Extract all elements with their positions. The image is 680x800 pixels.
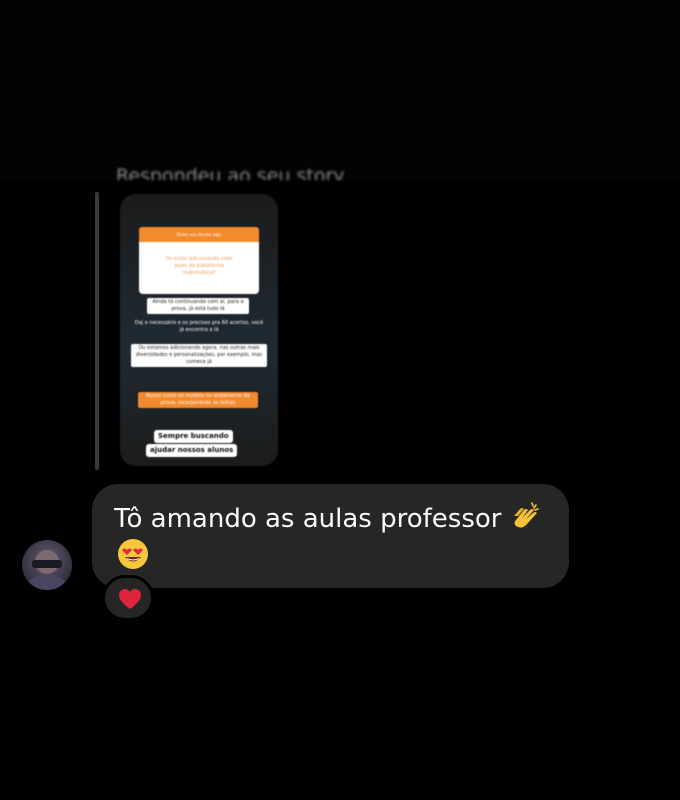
heart-eyes-icon <box>118 539 148 569</box>
clap-icon <box>514 502 539 528</box>
story-answer-line: Ou estamos adicionando agora, nas outras… <box>131 344 267 367</box>
avatar[interactable] <box>22 540 72 590</box>
story-answer-line: Nosso curso se modela no andamento da pr… <box>138 392 258 408</box>
story-question-header: Deixe sua dúvida aqui <box>139 227 259 242</box>
heart-icon <box>119 589 141 609</box>
reaction-badge[interactable] <box>102 575 154 621</box>
story-preview-thumbnail[interactable]: Deixe sua dúvida aqui Os estão adicionan… <box>120 194 278 466</box>
story-question-text: Os estão adicionando mais aulas da plata… <box>165 256 233 276</box>
story-closing-line: Sempre buscando <box>154 430 233 443</box>
story-reply-label: Respondeu ao seu story <box>116 165 345 180</box>
story-question-box: Os estão adicionando mais aulas da plata… <box>139 242 259 294</box>
story-answer-line: Daj o necessário e os precisos pra 60 ac… <box>134 320 264 333</box>
reply-indicator-bar <box>95 192 99 470</box>
message-text: Tô amando as aulas professor <box>114 504 502 534</box>
story-closing-line: ajudar nossos alunos <box>146 444 238 457</box>
message-bubble[interactable] <box>92 484 569 588</box>
top-area <box>0 0 680 180</box>
story-answer-line: Ainda tá continuando com aí, para a prov… <box>147 298 249 314</box>
